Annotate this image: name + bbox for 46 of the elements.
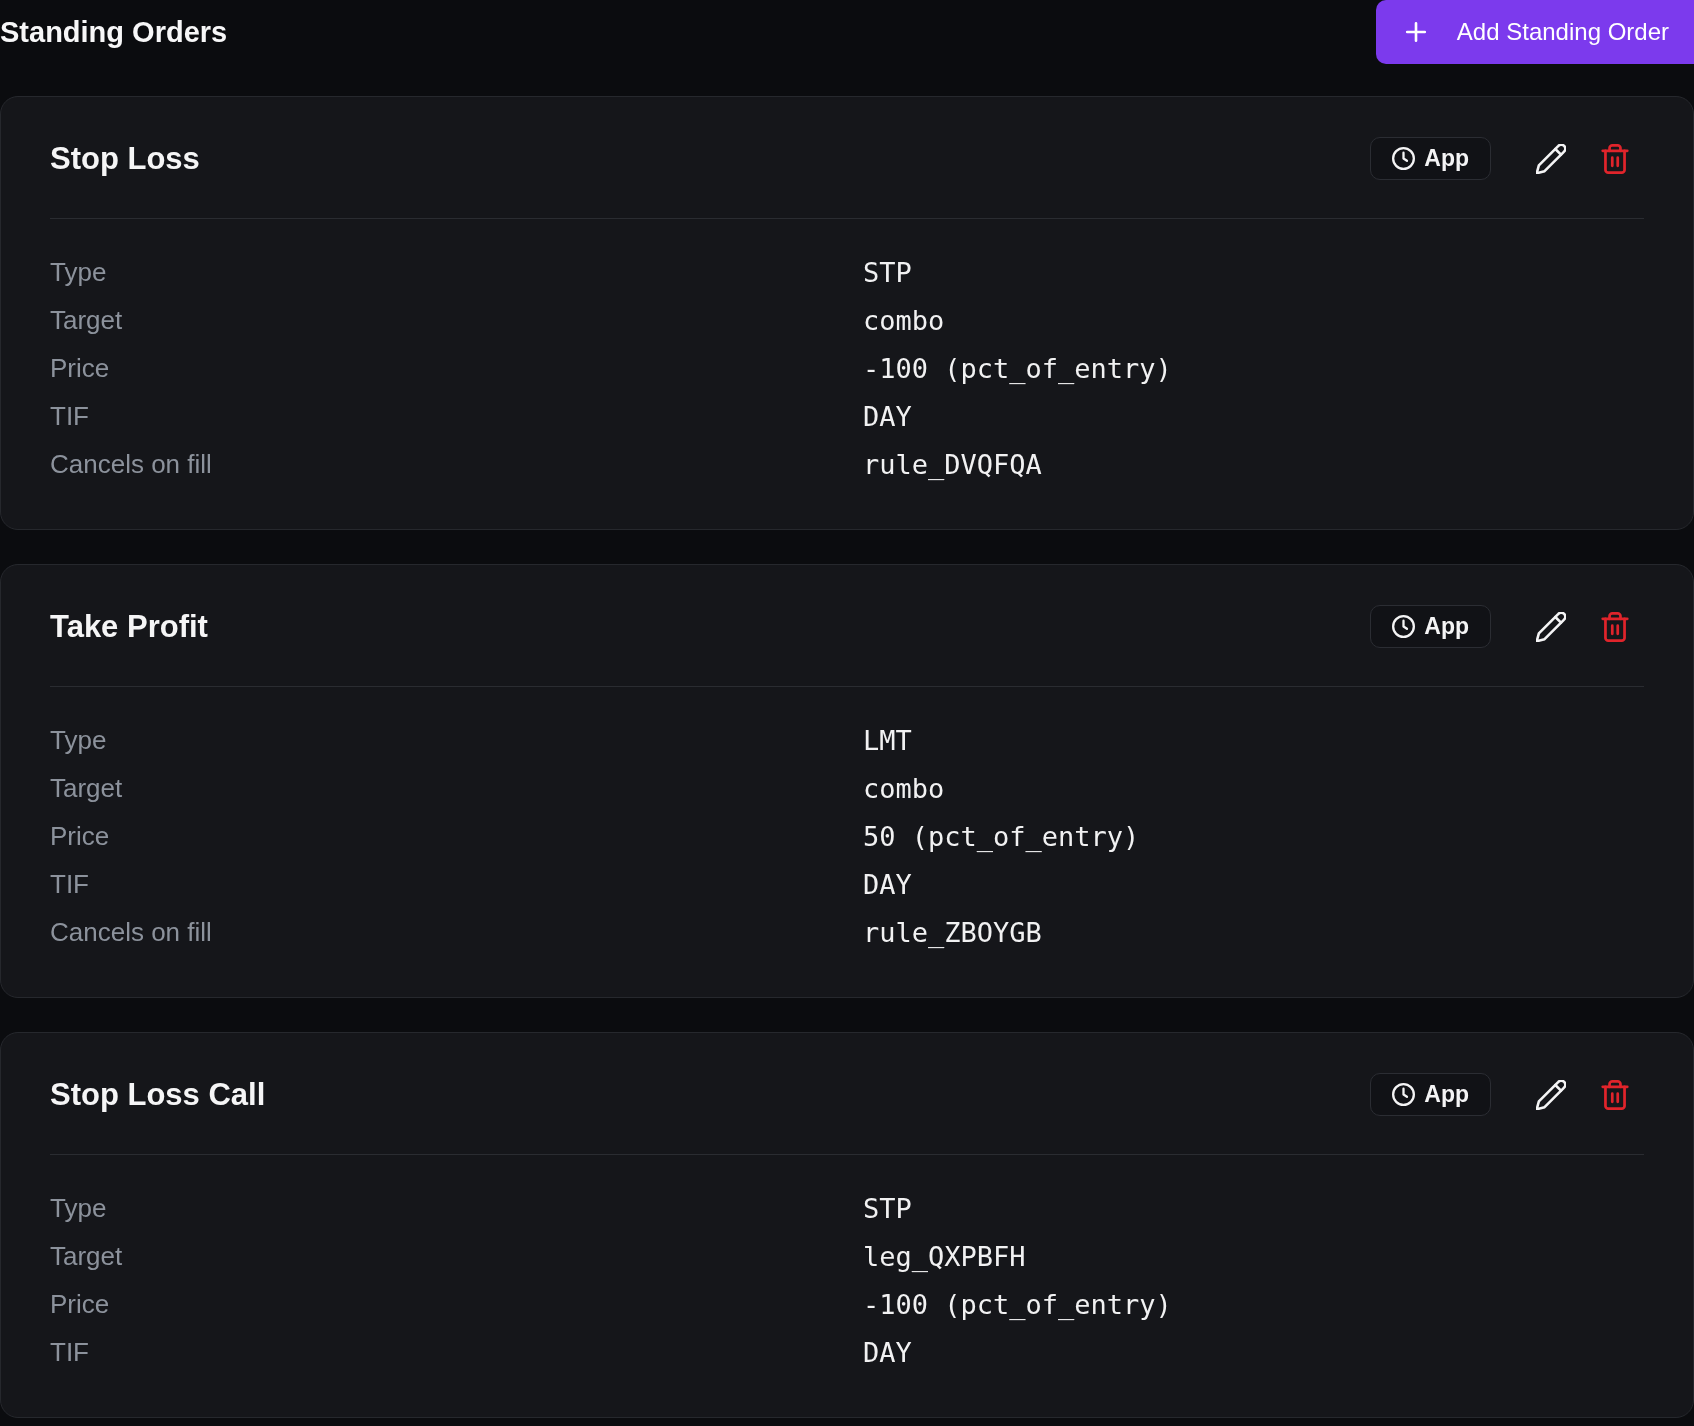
field-value: DAY (863, 400, 912, 432)
clock-icon (1392, 615, 1416, 638)
order-title: Stop Loss Call (50, 1075, 266, 1114)
field-label: Cancels on fill (50, 448, 212, 480)
field-label: Type (50, 1192, 107, 1224)
add-order-button[interactable]: Add Standing Order (1375, 0, 1694, 64)
field-value: LMT (863, 724, 912, 756)
field-label: Target (50, 1240, 123, 1272)
clock-icon (1392, 147, 1416, 170)
trash-icon (1600, 143, 1630, 174)
source-badge: App (1370, 605, 1491, 648)
field-label: Target (50, 304, 123, 336)
pencil-icon (1536, 143, 1566, 174)
clock-icon (1392, 1083, 1416, 1106)
field-label: Price (50, 820, 110, 852)
field-label: Price (50, 1288, 110, 1320)
field-label: TIF (50, 868, 89, 900)
trash-icon (1600, 611, 1630, 642)
plus-icon (1404, 21, 1427, 43)
field-label: TIF (50, 400, 89, 432)
pencil-icon (1536, 611, 1566, 642)
field-value: -100 (pct_of_entry) (863, 352, 1172, 384)
field-value: STP (863, 256, 912, 288)
field-value: -100 (pct_of_entry) (863, 1288, 1172, 1320)
order-title: Stop Loss (50, 139, 200, 178)
field-value: leg_QXPBFH (863, 1240, 1026, 1272)
field-value: DAY (863, 1336, 912, 1368)
field-value: combo (863, 772, 945, 804)
field-label: Price (50, 352, 110, 384)
source-badge: App (1370, 137, 1491, 180)
page-title: Standing Orders (0, 15, 228, 50)
field-label: Type (50, 724, 107, 756)
trash-icon (1600, 1079, 1630, 1110)
field-value: combo (863, 304, 945, 336)
field-value: DAY (863, 868, 912, 900)
field-value: STP (863, 1192, 912, 1224)
field-label: Target (50, 772, 123, 804)
field-label: Cancels on fill (50, 916, 212, 948)
field-label: TIF (50, 1336, 89, 1368)
field-value: 50 (pct_of_entry) (863, 820, 1140, 852)
field-value: rule_ZBOYGB (863, 916, 1042, 948)
field-label: Type (50, 256, 107, 288)
pencil-icon (1536, 1079, 1566, 1110)
field-value: rule_DVQFQA (863, 448, 1042, 480)
order-title: Take Profit (50, 607, 208, 646)
source-badge: App (1370, 1073, 1491, 1116)
